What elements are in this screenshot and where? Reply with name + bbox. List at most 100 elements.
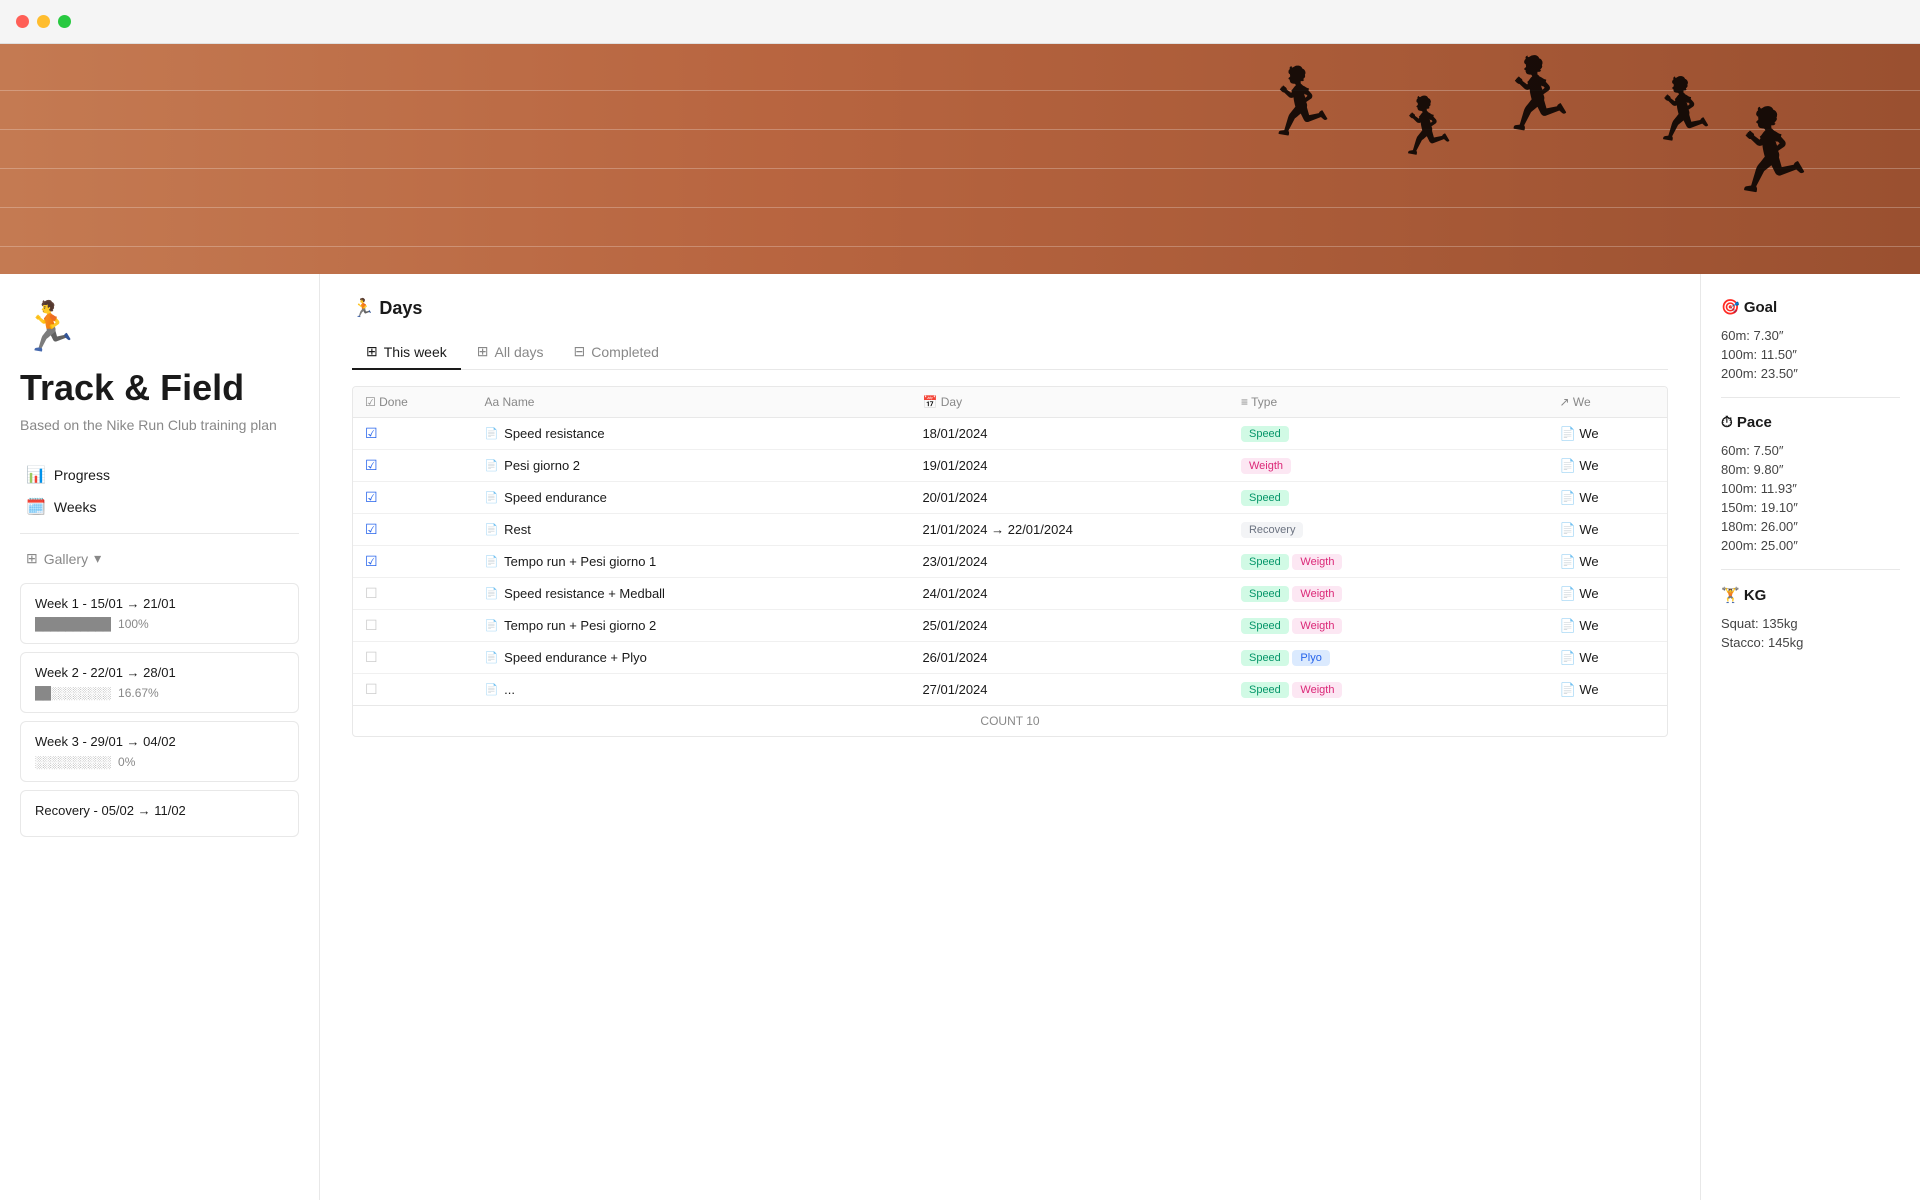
week-2-bar: ██░░░░░░░░ — [35, 686, 110, 700]
week-1-bar: ██████████ — [35, 617, 110, 631]
day-cell: 24/01/2024 — [910, 578, 1229, 610]
content-wrapper: 🏃 Track & Field Based on the Nike Run Cl… — [0, 274, 1920, 1200]
tab-this-week-label: This week — [384, 344, 447, 360]
tab-this-week[interactable]: ⊞ This week — [352, 335, 461, 370]
week-card-recovery[interactable]: Recovery - 05/02 → 11/02 — [20, 790, 299, 837]
nav-item-progress[interactable]: 📊 Progress — [20, 461, 299, 489]
kg-stat-line: Stacco: 145kg — [1721, 635, 1900, 650]
kg-title: 🏋️ KG — [1721, 586, 1900, 604]
gallery-toggle[interactable]: ⊞ Gallery ▾ — [20, 546, 299, 571]
name-cell[interactable]: 📄Tempo run + Pesi giorno 2 — [472, 610, 910, 642]
we-cell: 📄 We — [1548, 418, 1667, 450]
name-cell[interactable]: 📄Speed endurance + Plyo — [472, 642, 910, 674]
checkbox-checked-icon[interactable]: ☑ — [365, 489, 378, 505]
close-dot[interactable] — [16, 15, 29, 28]
minimize-dot[interactable] — [37, 15, 50, 28]
nav-label-weeks: Weeks — [54, 499, 97, 515]
tab-all-days[interactable]: ⊞ All days — [463, 335, 558, 370]
maximize-dot[interactable] — [58, 15, 71, 28]
gallery-label: Gallery — [44, 551, 88, 567]
pace-stats: 60m: 7.50″80m: 9.80″100m: 11.93″150m: 19… — [1721, 443, 1900, 553]
type-tag: Speed — [1241, 682, 1289, 698]
name-cell[interactable]: 📄Speed resistance + Medball — [472, 578, 910, 610]
week-1-progress: ██████████ 100% — [35, 617, 284, 631]
table-row[interactable]: ☑📄Speed endurance20/01/2024Speed 📄 We — [353, 482, 1667, 514]
week-recovery-title: Recovery - 05/02 → 11/02 — [35, 803, 284, 818]
tab-completed[interactable]: ⊟ Completed — [560, 335, 673, 370]
kg-stat-line: Squat: 135kg — [1721, 616, 1900, 631]
checkbox-checked-icon[interactable]: ☑ — [365, 457, 378, 473]
we-cell: 📄 We — [1548, 546, 1667, 578]
table-row[interactable]: ☐📄Tempo run + Pesi giorno 225/01/2024Spe… — [353, 610, 1667, 642]
gallery-grid-icon: ⊞ — [26, 550, 38, 567]
table-row[interactable]: ☑📄Rest21/01/2024 → 22/01/2024Recovery 📄 … — [353, 514, 1667, 546]
table-row[interactable]: ☐📄...27/01/2024Speed Weigth📄 We — [353, 674, 1667, 706]
window-controls — [0, 0, 1920, 44]
type-tag: Speed — [1241, 490, 1289, 506]
week-card-2[interactable]: Week 2 - 22/01 → 28/01 ██░░░░░░░░ 16.67% — [20, 652, 299, 713]
calendar-header-icon: 📅 — [922, 395, 937, 409]
type2-tag: Weigth — [1292, 586, 1342, 602]
done-cell[interactable]: ☐ — [353, 674, 472, 706]
checkbox-unchecked-icon[interactable]: ☐ — [365, 585, 378, 601]
doc-icon: 📄 — [484, 683, 498, 696]
type-cell: Speed Weigth — [1229, 546, 1548, 578]
done-cell[interactable]: ☐ — [353, 610, 472, 642]
type-cell: Recovery — [1229, 514, 1548, 546]
checkbox-checked-icon[interactable]: ☑ — [365, 521, 378, 537]
table-row[interactable]: ☐📄Speed endurance + Plyo26/01/2024Speed … — [353, 642, 1667, 674]
done-cell[interactable]: ☐ — [353, 578, 472, 610]
type-tag: Speed — [1241, 650, 1289, 666]
pace-title: ⏱ Pace — [1721, 414, 1900, 431]
nav-item-weeks[interactable]: 🗓️ Weeks — [20, 493, 299, 521]
checkbox-unchecked-icon[interactable]: ☐ — [365, 681, 378, 697]
panel-divider-1 — [1721, 397, 1900, 398]
section-title: 🏃 Days — [352, 298, 1668, 319]
list-header-icon: ≡ — [1241, 395, 1248, 409]
doc-we-icon: 📄 — [1560, 586, 1576, 601]
table-row[interactable]: ☐📄Speed resistance + Medball24/01/2024Sp… — [353, 578, 1667, 610]
table-row[interactable]: ☑📄Speed resistance18/01/2024Speed 📄 We — [353, 418, 1667, 450]
name-cell[interactable]: 📄Speed endurance — [472, 482, 910, 514]
arrow-header-icon: ↗ — [1560, 395, 1570, 409]
row-name: Tempo run + Pesi giorno 2 — [504, 618, 656, 633]
gallery-chevron-icon: ▾ — [94, 550, 101, 567]
done-cell[interactable]: ☑ — [353, 450, 472, 482]
name-cell[interactable]: 📄... — [472, 674, 910, 706]
type-tag: Speed — [1241, 426, 1289, 442]
page-icon: 🏃 — [20, 298, 299, 355]
count-value: 10 — [1026, 714, 1039, 728]
checkbox-checked-icon[interactable]: ☑ — [365, 425, 378, 441]
week-card-1[interactable]: Week 1 - 15/01 → 21/01 ██████████ 100% — [20, 583, 299, 644]
done-cell[interactable]: ☐ — [353, 642, 472, 674]
checkbox-checked-icon[interactable]: ☑ — [365, 553, 378, 569]
name-cell[interactable]: 📄Rest — [472, 514, 910, 546]
weeks-icon: 🗓️ — [26, 497, 46, 517]
done-cell[interactable]: ☑ — [353, 546, 472, 578]
table-row[interactable]: ☑📄Pesi giorno 219/01/2024Weigth 📄 We — [353, 450, 1667, 482]
page-subtitle: Based on the Nike Run Club training plan — [20, 417, 299, 433]
pace-stat-line: 60m: 7.50″ — [1721, 443, 1900, 458]
name-cell[interactable]: 📄Speed resistance — [472, 418, 910, 450]
done-cell[interactable]: ☑ — [353, 418, 472, 450]
type-tag: Weigth — [1241, 458, 1291, 474]
progress-icon: 📊 — [26, 465, 46, 485]
done-cell[interactable]: ☑ — [353, 482, 472, 514]
table-row[interactable]: ☑📄Tempo run + Pesi giorno 123/01/2024Spe… — [353, 546, 1667, 578]
name-cell[interactable]: 📄Tempo run + Pesi giorno 1 — [472, 546, 910, 578]
week-card-3[interactable]: Week 3 - 29/01 → 04/02 ░░░░░░░░░░ 0% — [20, 721, 299, 782]
done-cell[interactable]: ☑ — [353, 514, 472, 546]
type2-tag: Weigth — [1292, 554, 1342, 570]
type-cell: Weigth — [1229, 450, 1548, 482]
type-cell: Speed Weigth — [1229, 674, 1548, 706]
checkbox-unchecked-icon[interactable]: ☐ — [365, 649, 378, 665]
name-cell[interactable]: 📄Pesi giorno 2 — [472, 450, 910, 482]
count-bar: COUNT 10 — [353, 705, 1667, 736]
we-cell: 📄 We — [1548, 642, 1667, 674]
checkbox-unchecked-icon[interactable]: ☐ — [365, 617, 378, 633]
tab-completed-label: Completed — [591, 344, 659, 360]
type-cell: Speed Plyo — [1229, 642, 1548, 674]
doc-we-icon: 📄 — [1560, 650, 1576, 665]
row-name: Rest — [504, 522, 531, 537]
doc-we-icon: 📄 — [1560, 458, 1576, 473]
